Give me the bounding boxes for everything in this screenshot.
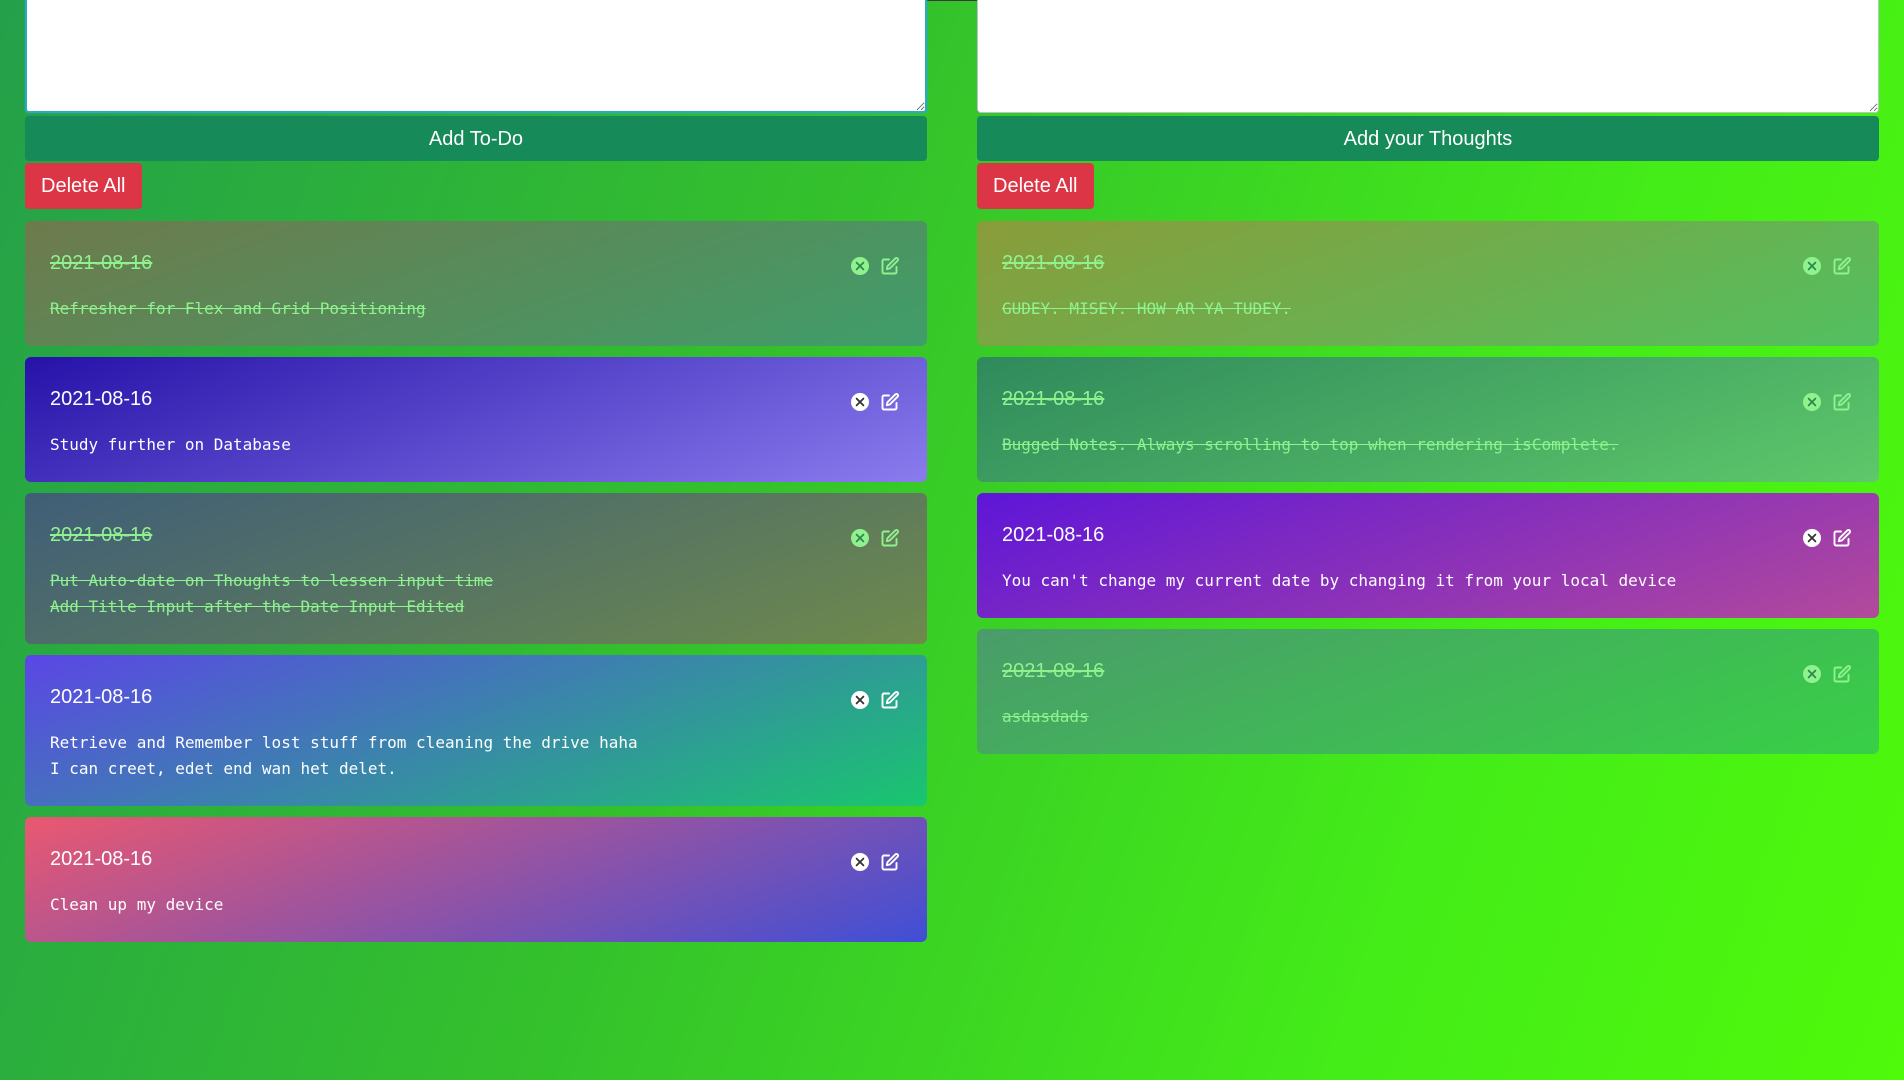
edit-square-icon[interactable] [880, 852, 900, 872]
close-circle-icon[interactable] [850, 256, 870, 276]
thought-actions [1802, 528, 1852, 548]
todo-card: 2021-08-16 Clean up my device [25, 817, 927, 942]
thought-date: 2021-08-16 [1002, 524, 1105, 546]
todo-date: 2021-08-16 [50, 388, 153, 410]
delete-all-todos-button[interactable]: Delete All [25, 163, 142, 209]
todo-text: Put Auto-date on Thoughts to lessen inpu… [50, 571, 494, 616]
todo-actions [850, 528, 900, 548]
thought-date: 2021-08-16 [1002, 660, 1105, 682]
thought-card: 2021-08-16 Bugged Notes. Always scrollin… [977, 357, 1879, 482]
todo-card: 2021-08-16 Retrieve and Remember lost st… [25, 655, 927, 806]
close-circle-icon[interactable] [1802, 528, 1822, 548]
todo-date: 2021-08-16 [50, 252, 153, 274]
todo-actions [850, 256, 900, 276]
edit-square-icon[interactable] [1832, 528, 1852, 548]
todo-text: Clean up my device [50, 895, 224, 914]
delete-all-thoughts-button[interactable]: Delete All [977, 163, 1094, 209]
todo-date: 2021-08-16 [50, 524, 153, 546]
todo-card: 2021-08-16 Put Auto-date on Thoughts to … [25, 493, 927, 644]
add-todo-button[interactable]: Add To-Do [25, 116, 927, 161]
edit-square-icon[interactable] [1832, 392, 1852, 412]
close-circle-icon[interactable] [1802, 392, 1822, 412]
close-circle-icon[interactable] [1802, 256, 1822, 276]
todo-actions [850, 852, 900, 872]
edit-square-icon[interactable] [880, 528, 900, 548]
todo-card: 2021-08-16 Study further on Database [25, 357, 927, 482]
close-circle-icon[interactable] [850, 852, 870, 872]
close-circle-icon[interactable] [1802, 664, 1822, 684]
thought-date: 2021-08-16 [1002, 388, 1105, 410]
todo-date: 2021-08-16 [50, 686, 153, 708]
close-circle-icon[interactable] [850, 528, 870, 548]
thought-actions [1802, 392, 1852, 412]
todo-list: 2021-08-16 Refresher for Flex and Grid P… [25, 221, 927, 942]
todo-text: Retrieve and Remember lost stuff from cl… [50, 733, 638, 778]
close-circle-icon[interactable] [850, 392, 870, 412]
add-thoughts-button[interactable]: Add your Thoughts [977, 116, 1879, 161]
todo-actions [850, 690, 900, 710]
todo-text: Refresher for Flex and Grid Positioning [50, 299, 426, 318]
todo-input[interactable] [25, 0, 927, 113]
thoughts-list: 2021-08-16 GUDEY. MISEY. HOW AR YA TUDEY… [977, 221, 1879, 754]
thought-text: Bugged Notes. Always scrolling to top wh… [1002, 435, 1619, 454]
thought-text: GUDEY. MISEY. HOW AR YA TUDEY. [1002, 299, 1291, 318]
thought-actions [1802, 664, 1852, 684]
edit-square-icon[interactable] [880, 690, 900, 710]
thought-date: 2021-08-16 [1002, 252, 1105, 274]
todo-card: 2021-08-16 Refresher for Flex and Grid P… [25, 221, 927, 346]
todo-column: Add To-Do Delete All 2021-08-16 Refreshe… [25, 0, 927, 953]
thought-actions [1802, 256, 1852, 276]
thought-text: asdasdads [1002, 707, 1089, 726]
edit-square-icon[interactable] [880, 392, 900, 412]
thoughts-column: Add your Thoughts Delete All 2021-08-16 … [977, 0, 1879, 765]
edit-square-icon[interactable] [1832, 256, 1852, 276]
thoughts-input[interactable] [977, 0, 1879, 113]
thought-text: You can't change my current date by chan… [1002, 571, 1677, 590]
edit-square-icon[interactable] [1832, 664, 1852, 684]
thought-card: 2021-08-16 asdasdads [977, 629, 1879, 754]
close-circle-icon[interactable] [850, 690, 870, 710]
todo-date: 2021-08-16 [50, 848, 153, 870]
todo-text: Study further on Database [50, 435, 291, 454]
thought-card: 2021-08-16 GUDEY. MISEY. HOW AR YA TUDEY… [977, 221, 1879, 346]
thought-card: 2021-08-16 You can't change my current d… [977, 493, 1879, 618]
todo-actions [850, 392, 900, 412]
edit-square-icon[interactable] [880, 256, 900, 276]
